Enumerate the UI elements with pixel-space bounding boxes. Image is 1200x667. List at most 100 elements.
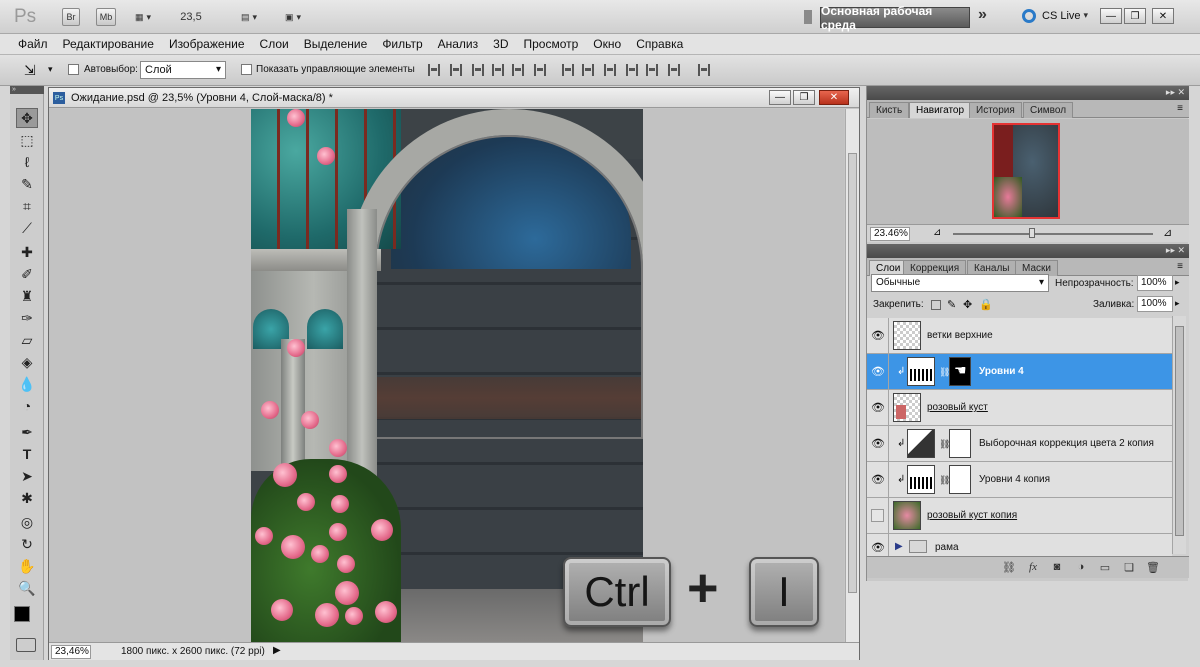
- move-tool-icon[interactable]: ✥: [16, 108, 38, 128]
- align-top-icon[interactable]: [428, 64, 440, 76]
- eye-icon[interactable]: 👁: [871, 401, 885, 414]
- tool-preset-dropdown-icon[interactable]: ▾: [48, 64, 53, 75]
- tab-brush[interactable]: Кисть: [869, 102, 910, 118]
- menu-select[interactable]: Выделение: [304, 37, 368, 51]
- auto-align-layers-icon[interactable]: [698, 64, 710, 76]
- workspace-button[interactable]: Основная рабочая среда: [820, 4, 970, 32]
- autoselect-checkbox[interactable]: [68, 64, 79, 75]
- menu-view[interactable]: Просмотр: [523, 37, 578, 51]
- status-zoom-field[interactable]: 23,46%: [51, 645, 91, 659]
- zoom-level[interactable]: 23,5: [176, 8, 206, 26]
- pen-tool-icon[interactable]: ✒: [16, 422, 38, 442]
- lasso-tool-icon[interactable]: ℓ: [16, 152, 38, 172]
- align-bottom-icon[interactable]: [472, 64, 484, 76]
- panel-collapse-icon[interactable]: ▸▸ ✕: [1166, 87, 1185, 98]
- 3d-rotate-tool-icon[interactable]: ◎: [16, 512, 38, 532]
- screen-mode-dropdown[interactable]: ▣: [276, 8, 310, 26]
- paint-bucket-tool-icon[interactable]: ◈: [16, 352, 38, 372]
- layers-scroll-thumb[interactable]: [1175, 326, 1184, 536]
- distribute-horizontal-centers-icon[interactable]: [646, 64, 658, 76]
- delete-layer-icon[interactable]: 🗑: [1146, 561, 1160, 574]
- layer-row[interactable]: 👁 ветки верхние: [867, 318, 1172, 354]
- layer-mask-thumbnail[interactable]: [949, 429, 971, 458]
- eraser-tool-icon[interactable]: ▱: [16, 330, 38, 350]
- layer-mask-thumbnail[interactable]: ☚: [949, 357, 971, 386]
- lock-position-icon[interactable]: ✥: [963, 298, 972, 311]
- eye-icon[interactable]: 👁: [871, 473, 885, 486]
- move-tool-preset-icon[interactable]: ⇲: [24, 62, 36, 79]
- distribute-left-icon[interactable]: [626, 64, 638, 76]
- opacity-field[interactable]: 100%: [1137, 275, 1173, 291]
- fill-field[interactable]: 100%: [1137, 296, 1173, 312]
- doc-close-button[interactable]: ✕: [819, 90, 849, 105]
- blur-tool-icon[interactable]: 💧: [16, 374, 38, 394]
- clone-stamp-tool-icon[interactable]: ♜: [16, 286, 38, 306]
- menu-3d[interactable]: 3D: [493, 37, 508, 51]
- brush-tool-icon[interactable]: ✐: [16, 264, 38, 284]
- canvas-area[interactable]: Ctrl + I: [49, 109, 844, 642]
- menu-layer[interactable]: Слои: [260, 37, 289, 51]
- layers-panel-header[interactable]: ▸▸ ✕: [867, 244, 1189, 258]
- arrange-documents-dropdown[interactable]: ▤: [232, 8, 266, 26]
- menu-help[interactable]: Справка: [636, 37, 683, 51]
- tab-history[interactable]: История: [969, 102, 1022, 118]
- eye-icon[interactable]: 👁: [871, 437, 885, 450]
- eye-icon[interactable]: 👁: [871, 541, 885, 554]
- eye-icon[interactable]: 👁: [871, 365, 885, 378]
- layer-row-selected[interactable]: 👁 ↲ ⛓ ☚ Уровни 4: [867, 354, 1172, 390]
- 3d-orbit-tool-icon[interactable]: ↻: [16, 534, 38, 554]
- opacity-arrow-icon[interactable]: ▸: [1175, 277, 1180, 288]
- zoom-tool-icon[interactable]: 🔍: [16, 578, 38, 598]
- navigator-panel-header[interactable]: ▸▸ ✕: [867, 86, 1189, 100]
- zoom-out-icon[interactable]: ⊿: [933, 227, 941, 238]
- menu-edit[interactable]: Редактирование: [63, 37, 154, 51]
- lock-all-icon[interactable]: 🔒: [979, 298, 993, 311]
- distribute-vertical-centers-icon[interactable]: [582, 64, 594, 76]
- fill-arrow-icon[interactable]: ▸: [1175, 298, 1180, 309]
- type-tool-icon[interactable]: T: [16, 444, 38, 464]
- quick-selection-tool-icon[interactable]: ✎: [16, 174, 38, 194]
- add-mask-icon[interactable]: ◙: [1051, 561, 1063, 573]
- lock-transparent-icon[interactable]: [931, 300, 941, 310]
- panel-menu-icon[interactable]: ≡: [1177, 103, 1183, 114]
- eyedropper-tool-icon[interactable]: ⟋: [16, 218, 38, 238]
- layers-scrollbar[interactable]: [1172, 316, 1186, 554]
- align-horizontal-centers-icon[interactable]: [512, 64, 524, 76]
- zoom-slider-track[interactable]: [953, 233, 1153, 235]
- navigator-thumbnail[interactable]: [992, 123, 1060, 219]
- blend-mode-select[interactable]: Обычные: [871, 274, 1049, 292]
- doc-minimize-button[interactable]: —: [769, 90, 791, 105]
- layer-mask-thumbnail[interactable]: [949, 465, 971, 494]
- hand-tool-icon[interactable]: ✋: [16, 556, 38, 576]
- layers-panel-menu-icon[interactable]: ≡: [1177, 261, 1183, 272]
- close-button[interactable]: ✕: [1152, 8, 1174, 24]
- minibridge-button[interactable]: Mb: [96, 8, 116, 26]
- scrollbar-thumb[interactable]: [848, 153, 857, 593]
- new-layer-icon[interactable]: ❏: [1123, 561, 1135, 574]
- menu-filter[interactable]: Фильтр: [382, 37, 422, 51]
- lock-pixels-icon[interactable]: ✎: [947, 298, 956, 311]
- navigator-preview[interactable]: [867, 119, 1189, 224]
- cs-live-menu[interactable]: CS Live: [1042, 10, 1088, 22]
- tab-navigator[interactable]: Навигатор: [909, 102, 972, 118]
- status-menu-arrow-icon[interactable]: ▶: [273, 645, 281, 656]
- adjustment-layer-icon[interactable]: ◑: [1075, 561, 1087, 573]
- layer-row[interactable]: 👁 ↲ ⛓ Выборочная коррекция цвета 2 копия: [867, 426, 1172, 462]
- vertical-scrollbar[interactable]: [845, 109, 859, 642]
- eye-icon[interactable]: 👁: [871, 329, 885, 342]
- zoom-slider-thumb[interactable]: [1029, 228, 1035, 238]
- autoselect-target-select[interactable]: Слой: [140, 61, 226, 79]
- align-left-icon[interactable]: [492, 64, 504, 76]
- show-transform-controls-checkbox[interactable]: [241, 64, 252, 75]
- menu-file[interactable]: Файл: [18, 37, 48, 51]
- more-workspaces-chevron-icon[interactable]: »: [978, 6, 987, 24]
- navigator-zoom-field[interactable]: 23.46%: [870, 227, 910, 241]
- distribute-bottom-icon[interactable]: [604, 64, 616, 76]
- marquee-tool-icon[interactable]: ⬚: [16, 130, 38, 150]
- document-title-bar[interactable]: Ps Ожидание.psd @ 23,5% (Уровни 4, Слой-…: [49, 88, 859, 108]
- crop-tool-icon[interactable]: ⌗: [16, 196, 38, 216]
- doc-restore-button[interactable]: ❐: [793, 90, 815, 105]
- tab-character[interactable]: Символ: [1023, 102, 1074, 118]
- tools-collapse-icon[interactable]: »: [10, 86, 44, 94]
- restore-button[interactable]: ❐: [1124, 8, 1146, 24]
